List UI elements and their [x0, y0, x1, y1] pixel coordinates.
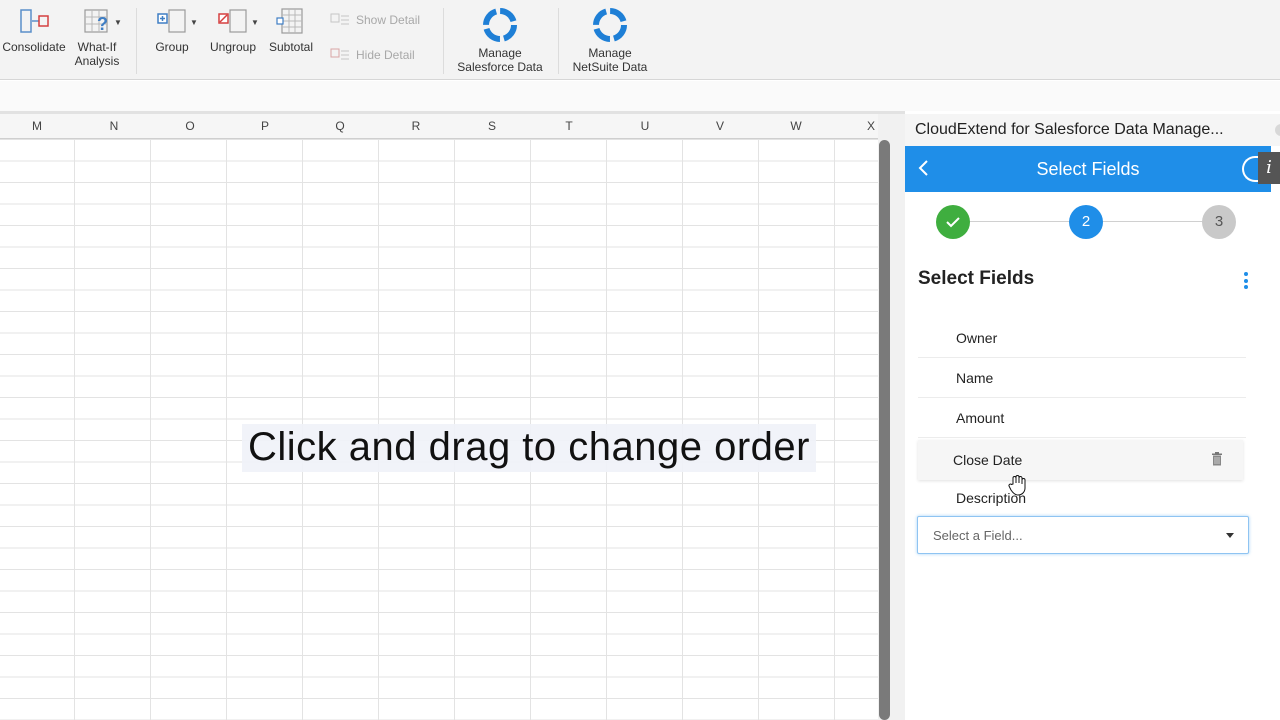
field-item-owner[interactable]: Owner	[918, 318, 1246, 358]
field-label: Owner	[956, 330, 998, 346]
netsuite-sync-icon	[593, 8, 627, 42]
subtotal-label: Subtotal	[268, 40, 314, 54]
info-icon[interactable]: i	[1258, 152, 1280, 184]
panel-close-icon[interactable]	[1275, 124, 1280, 136]
grab-cursor-icon	[1008, 475, 1026, 496]
group-label: Group	[155, 40, 189, 54]
ribbon-separator	[558, 8, 559, 74]
column-header[interactable]: W	[758, 114, 834, 139]
column-header[interactable]: S	[454, 114, 530, 139]
panel-title-text: CloudExtend for Salesforce Data Manage..…	[915, 121, 1224, 138]
ungroup-icon	[218, 9, 247, 33]
field-item-close-date[interactable]: Close Date	[918, 440, 1243, 480]
manage-salesforce-label-2: Salesforce Data	[457, 60, 543, 74]
ribbon-separator	[443, 8, 444, 74]
step-3-pending[interactable]: 3	[1202, 205, 1236, 239]
group-dropdown-icon[interactable]: ▼	[190, 18, 198, 27]
column-header[interactable]: T	[530, 114, 608, 139]
ungroup-button[interactable]: Ungroup	[206, 6, 260, 54]
vertical-scrollbar-thumb[interactable]	[879, 140, 890, 720]
select-field-dropdown[interactable]: Select a Field...	[917, 516, 1249, 554]
column-header[interactable]: U	[608, 114, 682, 139]
ungroup-dropdown-icon[interactable]: ▼	[251, 18, 259, 27]
formula-bar[interactable]	[0, 81, 1280, 111]
group-button[interactable]: Group	[148, 6, 196, 54]
hide-detail-label: Hide Detail	[356, 48, 415, 62]
manage-netsuite-label-2: NetSuite Data	[572, 60, 648, 74]
what-if-icon: ?	[84, 9, 108, 34]
step-2-active[interactable]: 2	[1069, 205, 1103, 239]
more-options-icon[interactable]	[1240, 272, 1252, 292]
show-detail-icon	[330, 13, 349, 25]
step-1-complete[interactable]	[936, 205, 970, 239]
column-header[interactable]: M	[0, 114, 74, 139]
column-header[interactable]: V	[682, 114, 758, 139]
subtotal-button[interactable]: Subtotal	[265, 6, 317, 54]
field-label: Name	[956, 370, 994, 386]
column-header[interactable]: X	[834, 114, 878, 139]
column-header[interactable]: O	[152, 114, 228, 139]
hide-detail-icon	[330, 48, 349, 60]
manage-netsuite-data-button[interactable]: Manage NetSuite Data	[565, 6, 655, 74]
panel-header-title: Select Fields	[1036, 159, 1140, 179]
column-header[interactable]: Q	[302, 114, 378, 139]
field-label: Amount	[956, 410, 1005, 426]
spreadsheet-grid[interactable]: M N O P Q R S T U V W X	[0, 114, 878, 720]
ungroup-label: Ungroup	[209, 40, 257, 54]
consolidate-icon	[20, 9, 49, 33]
field-item-amount[interactable]: Amount	[918, 398, 1246, 438]
checkmark-icon	[946, 217, 960, 228]
what-if-analysis-button[interactable]: ? What-If Analysis	[70, 6, 124, 68]
section-title: Select Fields	[918, 268, 1035, 289]
consolidate-label: Consolidate	[2, 40, 66, 54]
manage-netsuite-label-1: Manage	[588, 46, 632, 60]
select-placeholder: Select a Field...	[933, 528, 1023, 543]
tutorial-caption: Click and drag to change order	[242, 424, 816, 472]
column-header[interactable]: P	[228, 114, 302, 139]
subtotal-icon	[276, 8, 303, 34]
caret-down-icon	[1226, 533, 1234, 538]
column-header[interactable]: R	[378, 114, 454, 139]
panel-header-bar: Select Fields	[905, 146, 1271, 192]
hide-detail-button[interactable]: Hide Detail	[330, 47, 415, 63]
group-icon	[157, 9, 186, 33]
show-detail-label: Show Detail	[356, 13, 421, 27]
column-headers: M N O P Q R S T U V W X	[0, 114, 878, 139]
what-if-label: What-If	[77, 40, 117, 54]
field-label: Close Date	[953, 452, 1023, 468]
consolidate-button[interactable]: Consolidate	[0, 6, 68, 54]
salesforce-sync-icon	[483, 8, 517, 42]
manage-salesforce-data-button[interactable]: Manage Salesforce Data	[450, 6, 550, 74]
ribbon-toolbar: Consolidate ? What-If Analysis ▼ Group ▼…	[0, 0, 1280, 80]
column-header[interactable]: N	[76, 114, 152, 139]
field-item-name[interactable]: Name	[918, 358, 1246, 398]
panel-window-title: CloudExtend for Salesforce Data Manage..…	[905, 114, 1280, 146]
trash-icon[interactable]	[1211, 452, 1223, 466]
ribbon-separator	[136, 8, 137, 74]
what-if-dropdown-icon[interactable]: ▼	[114, 18, 122, 27]
analysis-label: Analysis	[74, 54, 120, 68]
svg-text:?: ?	[97, 14, 108, 34]
field-item-description[interactable]: Description	[918, 478, 1246, 518]
show-detail-button[interactable]: Show Detail	[330, 12, 420, 28]
manage-salesforce-label-1: Manage	[478, 46, 522, 60]
